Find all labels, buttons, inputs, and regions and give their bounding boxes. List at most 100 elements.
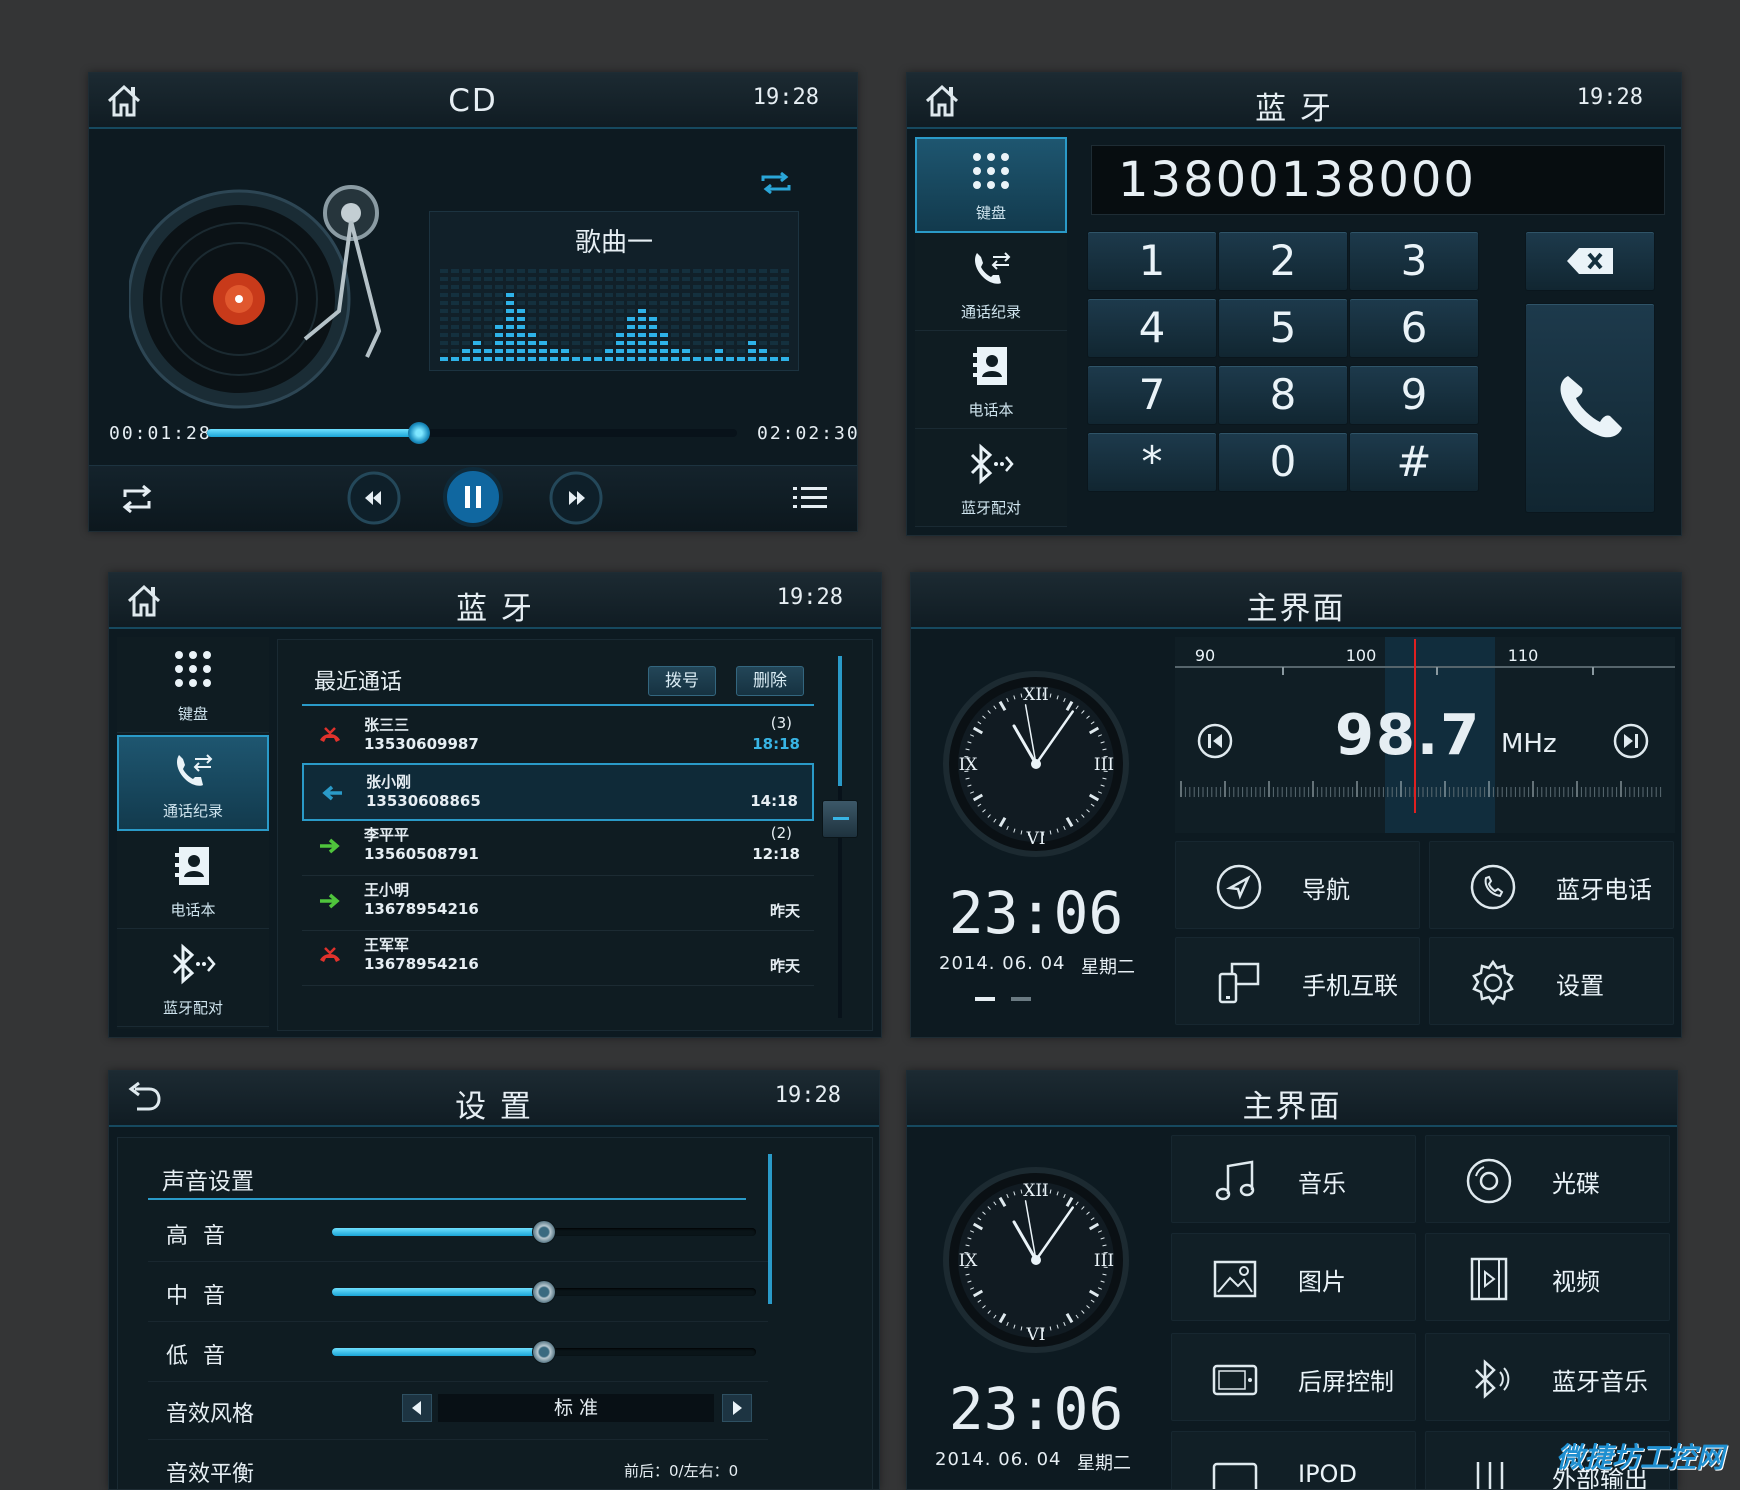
- sidebar-item-keypad[interactable]: 键盘: [117, 637, 269, 733]
- loop-icon[interactable]: [119, 483, 155, 515]
- keypad-key[interactable]: 2: [1218, 231, 1348, 291]
- eq-bar: [561, 333, 569, 337]
- sidebar-item-bt-pairing[interactable]: 蓝牙配对: [915, 431, 1067, 527]
- previous-button[interactable]: [347, 471, 401, 525]
- effect-prev-button[interactable]: [402, 1394, 432, 1422]
- keypad-key[interactable]: 7: [1087, 365, 1217, 425]
- eq-bar: [682, 309, 690, 313]
- effect-next-button[interactable]: [722, 1394, 752, 1422]
- eq-bar: [660, 293, 668, 297]
- scroll-thumb[interactable]: [822, 800, 858, 838]
- call-row[interactable]: 李平平13560508791(2)12:18: [302, 818, 814, 876]
- dial-button[interactable]: 拨号: [648, 666, 716, 696]
- page-indicator[interactable]: [1011, 997, 1031, 1001]
- slider-track[interactable]: [332, 1348, 756, 1356]
- next-button[interactable]: [549, 471, 603, 525]
- repeat-one-icon[interactable]: [759, 169, 793, 197]
- call-row[interactable]: 张小刚1353060886514:18: [302, 763, 814, 821]
- keypad-key[interactable]: 8: [1218, 365, 1348, 425]
- eq-bar: [759, 357, 767, 361]
- call-row[interactable]: 张三三13530609987(3)18:18: [302, 708, 814, 766]
- elapsed-time: 00:01:28: [109, 423, 212, 444]
- keypad-key[interactable]: *: [1087, 432, 1217, 492]
- call-row[interactable]: 王小明13678954216昨天: [302, 873, 814, 931]
- sidebar-item-label: 蓝牙配对: [117, 997, 269, 1018]
- tile-music[interactable]: 音乐: [1171, 1135, 1416, 1223]
- eq-bar: [506, 293, 514, 297]
- eq-bar: [594, 349, 602, 353]
- tile-phone-link[interactable]: 手机互联: [1175, 937, 1420, 1025]
- eq-bar: [627, 357, 635, 361]
- eq-bar: [495, 349, 503, 353]
- eq-bar: [528, 325, 536, 329]
- sidebar-item-keypad[interactable]: 键盘: [915, 137, 1067, 233]
- backspace-button[interactable]: [1525, 231, 1655, 291]
- tile-navigation[interactable]: 导航: [1175, 841, 1420, 929]
- eq-bar: [495, 309, 503, 313]
- eq-bar: [649, 333, 657, 337]
- keypad-key[interactable]: 0: [1218, 432, 1348, 492]
- eq-bar: [726, 341, 734, 345]
- tile-bt-phone[interactable]: 蓝牙电话: [1429, 841, 1674, 929]
- delete-button[interactable]: 删除: [736, 666, 804, 696]
- sidebar-item-bt-pairing[interactable]: 蓝牙配对: [117, 931, 269, 1027]
- eq-bar: [715, 317, 723, 321]
- eq-bar: [550, 333, 558, 337]
- progress-knob[interactable]: [408, 422, 430, 444]
- eq-bar: [583, 349, 591, 353]
- seek-forward-icon[interactable]: [1611, 721, 1651, 761]
- eq-bar: [660, 333, 668, 337]
- slider-knob[interactable]: [532, 1340, 556, 1364]
- keypad-key[interactable]: 4: [1087, 298, 1217, 358]
- sound-settings-heading: 声音设置: [162, 1162, 254, 1196]
- keypad-key[interactable]: 3: [1349, 231, 1479, 291]
- tile-rear-screen[interactable]: 后屏控制: [1171, 1333, 1416, 1421]
- eq-bar: [517, 285, 525, 289]
- total-time: 02:02:30: [757, 423, 858, 444]
- slider-track[interactable]: [332, 1228, 756, 1236]
- eq-bar: [649, 285, 657, 289]
- tile-settings[interactable]: 设置: [1429, 937, 1674, 1025]
- keypad-key[interactable]: 5: [1218, 298, 1348, 358]
- settings-scrollbar[interactable]: [768, 1154, 772, 1304]
- clock-numeral: III: [1094, 755, 1114, 775]
- clock-numeral: IX: [959, 1251, 979, 1271]
- eq-bar: [638, 277, 646, 281]
- call-button[interactable]: [1525, 303, 1655, 513]
- tile-video[interactable]: 视频: [1425, 1233, 1670, 1321]
- page-indicator-active[interactable]: [975, 997, 995, 1001]
- slider-fill: [332, 1288, 544, 1296]
- balance-row[interactable]: 音效平衡 前后：0/左右：0: [148, 1440, 768, 1490]
- clock-numeral: IX: [959, 755, 979, 775]
- call-row[interactable]: 王军军13678954216昨天: [302, 928, 814, 986]
- eq-bar: [561, 309, 569, 313]
- tile-disc[interactable]: 光碟: [1425, 1135, 1670, 1223]
- keypad-key[interactable]: #: [1349, 432, 1479, 492]
- keypad-key[interactable]: 6: [1349, 298, 1479, 358]
- eq-bar: [726, 333, 734, 337]
- sidebar-item-contacts[interactable]: 电话本: [117, 833, 269, 929]
- slider-knob[interactable]: [532, 1220, 556, 1244]
- eq-bar: [660, 277, 668, 281]
- eq-bar: [682, 317, 690, 321]
- seek-back-icon[interactable]: [1195, 721, 1235, 761]
- slider-knob[interactable]: [532, 1280, 556, 1304]
- eq-bar: [638, 309, 646, 313]
- tile-pictures[interactable]: 图片: [1171, 1233, 1416, 1321]
- eq-bar: [627, 333, 635, 337]
- pause-button[interactable]: [443, 467, 503, 527]
- progress-slider[interactable]: [207, 429, 737, 437]
- sidebar-item-contacts[interactable]: 电话本: [915, 333, 1067, 429]
- keypad-key[interactable]: 1: [1087, 231, 1217, 291]
- eq-bar: [572, 317, 580, 321]
- keypad-key[interactable]: 9: [1349, 365, 1479, 425]
- playlist-icon[interactable]: [793, 485, 827, 511]
- sidebar-item-call-log[interactable]: 通话纪录: [117, 735, 269, 831]
- eq-bar: [649, 277, 657, 281]
- tile-bt-music[interactable]: 蓝牙音乐: [1425, 1333, 1670, 1421]
- sidebar-item-call-log[interactable]: 通话纪录: [915, 235, 1067, 331]
- list-scrollbar[interactable]: [838, 656, 842, 1018]
- number-display: 13800138000: [1091, 145, 1665, 215]
- tile-ipod[interactable]: IPOD: [1171, 1431, 1416, 1490]
- slider-track[interactable]: [332, 1288, 756, 1296]
